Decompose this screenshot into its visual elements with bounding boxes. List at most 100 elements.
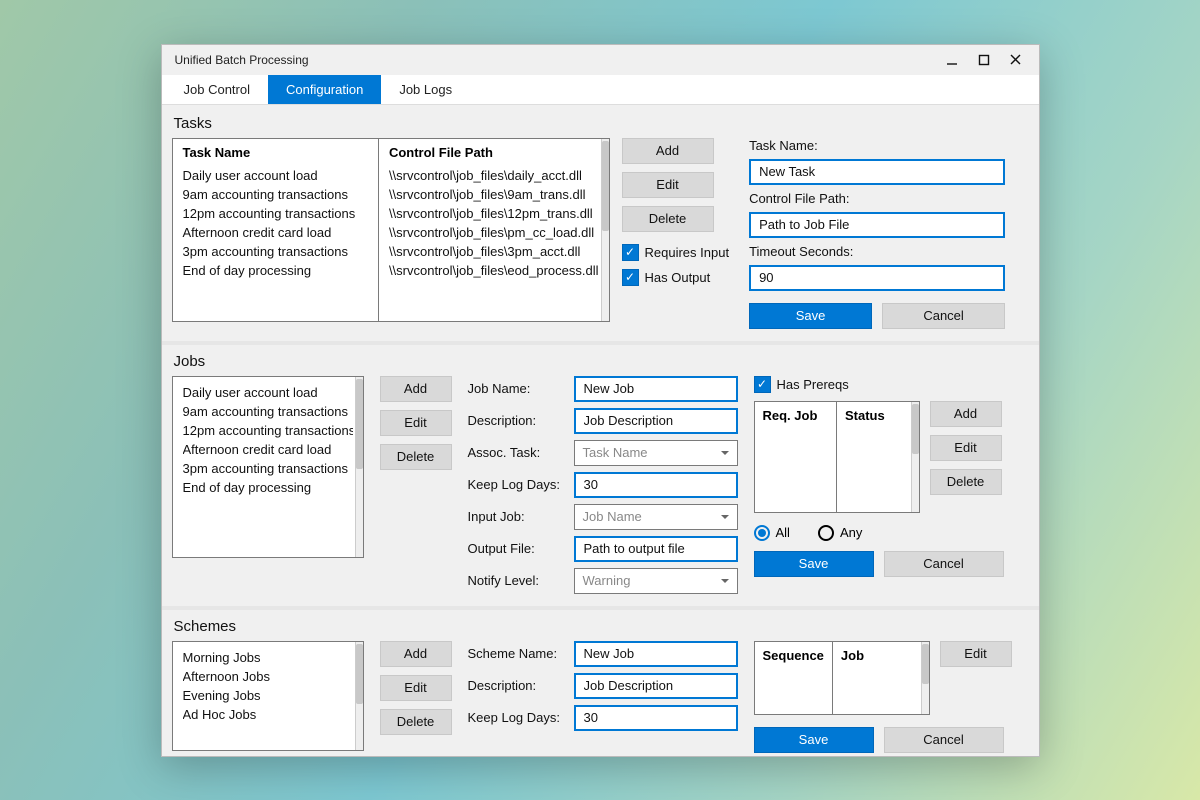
tasks-section: Tasks Task Name Daily user account load …	[172, 115, 1029, 329]
seq-buttons: Edit	[940, 641, 1012, 715]
task-row[interactable]: \\srvcontrol\job_files\3pm_acct.dll	[389, 242, 599, 261]
seq-table[interactable]: Sequence Job	[754, 641, 930, 715]
seq-scrollbar[interactable]	[921, 642, 929, 714]
seq-col-sequence: Sequence	[755, 642, 832, 714]
job-desc-input[interactable]	[574, 408, 738, 434]
task-row[interactable]: 9am accounting transactions	[183, 185, 368, 204]
task-row[interactable]: \\srvcontrol\job_files\9am_trans.dll	[389, 185, 599, 204]
window-controls	[945, 53, 1029, 67]
scheme-form: Scheme Name: Description: Keep Log Days:	[468, 641, 738, 731]
job-edit-button[interactable]: Edit	[380, 410, 452, 436]
scheme-add-button[interactable]: Add	[380, 641, 452, 667]
task-save-button[interactable]: Save	[749, 303, 872, 329]
close-button[interactable]	[1009, 53, 1023, 67]
job-list[interactable]: Daily user account load 9am accounting t…	[172, 376, 364, 558]
tab-job-control[interactable]: Job Control	[166, 75, 268, 104]
list-item[interactable]: 9am accounting transactions	[183, 402, 353, 421]
has-output-label: Has Output	[645, 270, 711, 285]
task-row[interactable]: \\srvcontrol\job_files\eod_process.dll	[389, 261, 599, 280]
assoc-task-select[interactable]: Task Name	[574, 440, 738, 466]
scheme-list[interactable]: Morning Jobs Afternoon Jobs Evening Jobs…	[172, 641, 364, 751]
job-name-label: Job Name:	[468, 381, 568, 396]
has-prereqs-label: Has Prereqs	[777, 377, 849, 392]
task-row[interactable]: \\srvcontrol\job_files\pm_cc_load.dll	[389, 223, 599, 242]
seq-edit-button[interactable]: Edit	[940, 641, 1012, 667]
minimize-button[interactable]	[945, 53, 959, 67]
check-icon: ✓	[754, 376, 771, 393]
tab-job-logs[interactable]: Job Logs	[381, 75, 470, 104]
scheme-buttons: Add Edit Delete	[380, 641, 452, 735]
list-item[interactable]: 12pm accounting transactions	[183, 421, 353, 440]
task-buttons: Add Edit Delete ✓ Requires Input ✓ Has O…	[622, 138, 730, 286]
scheme-scrollbar[interactable]	[355, 642, 363, 750]
timeout-input[interactable]	[749, 265, 1005, 291]
notify-level-select[interactable]: Warning	[574, 568, 738, 594]
tab-bar: Job Control Configuration Job Logs	[162, 75, 1039, 105]
scheme-edit-button[interactable]: Edit	[380, 675, 452, 701]
task-row[interactable]: \\srvcontrol\job_files\12pm_trans.dll	[389, 204, 599, 223]
scheme-desc-input[interactable]	[574, 673, 738, 699]
scheme-days-input[interactable]	[574, 705, 738, 731]
task-edit-button[interactable]: Edit	[622, 172, 714, 198]
job-scrollbar[interactable]	[355, 377, 363, 557]
job-cancel-button[interactable]: Cancel	[884, 551, 1004, 577]
output-file-input[interactable]	[574, 536, 738, 562]
has-prereqs-checkbox[interactable]: ✓ Has Prereqs	[754, 376, 1004, 393]
task-row[interactable]: 12pm accounting transactions	[183, 204, 368, 223]
tab-configuration[interactable]: Configuration	[268, 75, 381, 104]
input-job-select[interactable]: Job Name	[574, 504, 738, 530]
control-path-input[interactable]	[749, 212, 1005, 238]
task-row[interactable]: Daily user account load	[183, 166, 368, 185]
list-item[interactable]: Afternoon Jobs	[183, 667, 353, 686]
seq-area: Sequence Job Edit Save Cancel	[754, 641, 1012, 753]
requires-input-checkbox[interactable]: ✓ Requires Input	[622, 244, 730, 261]
scheme-name-input[interactable]	[574, 641, 738, 667]
task-name-label: Task Name:	[749, 138, 1005, 153]
job-save-button[interactable]: Save	[754, 551, 874, 577]
list-item[interactable]: Ad Hoc Jobs	[183, 705, 353, 724]
job-delete-button[interactable]: Delete	[380, 444, 452, 470]
prereq-table[interactable]: Req. Job Status	[754, 401, 920, 513]
prereq-add-button[interactable]: Add	[930, 401, 1002, 427]
control-path-label: Control File Path:	[749, 191, 1005, 206]
prereq-delete-button[interactable]: Delete	[930, 469, 1002, 495]
scheme-cancel-button[interactable]: Cancel	[884, 727, 1004, 753]
scheme-save-button[interactable]: Save	[754, 727, 874, 753]
radio-any[interactable]: Any	[818, 525, 862, 541]
prereq-buttons: Add Edit Delete	[930, 401, 1002, 513]
task-delete-button[interactable]: Delete	[622, 206, 714, 232]
scheme-delete-button[interactable]: Delete	[380, 709, 452, 735]
list-item[interactable]: Afternoon credit card load	[183, 440, 353, 459]
keep-days-input[interactable]	[574, 472, 738, 498]
scheme-days-label: Keep Log Days:	[468, 710, 568, 725]
list-item[interactable]: 3pm accounting transactions	[183, 459, 353, 478]
task-table[interactable]: Task Name Daily user account load 9am ac…	[172, 138, 610, 322]
job-form: Job Name: Description: Assoc. Task: Task…	[468, 376, 738, 594]
task-row[interactable]: 3pm accounting transactions	[183, 242, 368, 261]
divider	[162, 606, 1039, 610]
list-item[interactable]: End of day processing	[183, 478, 353, 497]
has-output-checkbox[interactable]: ✓ Has Output	[622, 269, 730, 286]
task-cancel-button[interactable]: Cancel	[882, 303, 1005, 329]
task-row[interactable]: \\srvcontrol\job_files\daily_acct.dll	[389, 166, 599, 185]
list-item[interactable]: Daily user account load	[183, 383, 353, 402]
scheme-desc-label: Description:	[468, 678, 568, 693]
task-row[interactable]: End of day processing	[183, 261, 368, 280]
job-add-button[interactable]: Add	[380, 376, 452, 402]
prereq-scrollbar[interactable]	[911, 402, 919, 512]
task-name-input[interactable]	[749, 159, 1005, 185]
list-item[interactable]: Evening Jobs	[183, 686, 353, 705]
jobs-section: Jobs Daily user account load 9am account…	[172, 353, 1029, 594]
job-buttons: Add Edit Delete	[380, 376, 452, 470]
prereq-edit-button[interactable]: Edit	[930, 435, 1002, 461]
requires-input-label: Requires Input	[645, 245, 730, 260]
radio-all[interactable]: All	[754, 525, 790, 541]
list-item[interactable]: Morning Jobs	[183, 648, 353, 667]
task-add-button[interactable]: Add	[622, 138, 714, 164]
maximize-button[interactable]	[977, 53, 991, 67]
task-row[interactable]: Afternoon credit card load	[183, 223, 368, 242]
task-scrollbar[interactable]	[601, 139, 609, 321]
task-col-name-header: Task Name	[183, 145, 368, 160]
job-name-input[interactable]	[574, 376, 738, 402]
divider	[162, 341, 1039, 345]
